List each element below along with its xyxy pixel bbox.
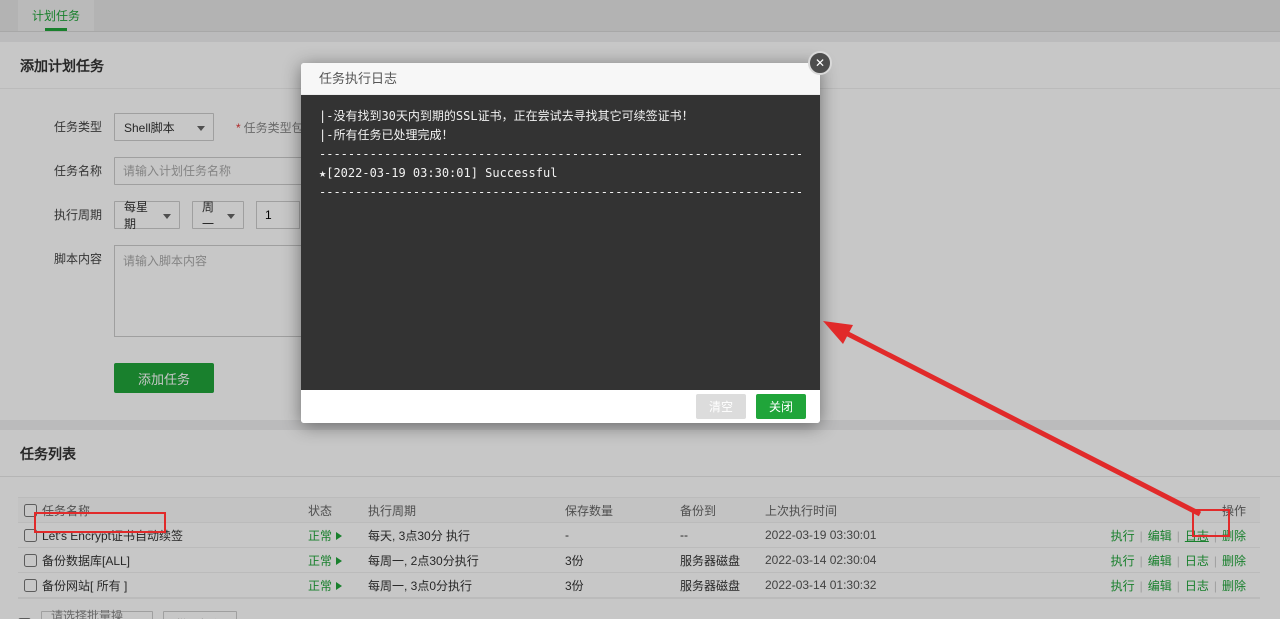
log-line: ----------------------------------------…: [319, 145, 802, 164]
log-line: |-没有找到30天内到期的SSL证书，正在尝试去寻找其它可续签证书！: [319, 107, 802, 126]
log-line: |-所有任务已处理完成！: [319, 126, 802, 145]
clear-log-button[interactable]: 清空: [696, 394, 746, 419]
task-log-modal: 任务执行日志 ✕ |-没有找到30天内到期的SSL证书，正在尝试去寻找其它可续签…: [301, 63, 820, 423]
modal-footer: 清空 关闭: [301, 390, 820, 423]
modal-title: 任务执行日志: [301, 63, 820, 95]
log-line: ----------------------------------------…: [319, 183, 802, 202]
log-output: |-没有找到30天内到期的SSL证书，正在尝试去寻找其它可续签证书！ |-所有任…: [301, 95, 820, 390]
close-modal-button[interactable]: 关闭: [756, 394, 806, 419]
log-line: ★[2022-03-19 03:30:01] Successful: [319, 164, 802, 183]
close-icon[interactable]: ✕: [808, 51, 832, 75]
